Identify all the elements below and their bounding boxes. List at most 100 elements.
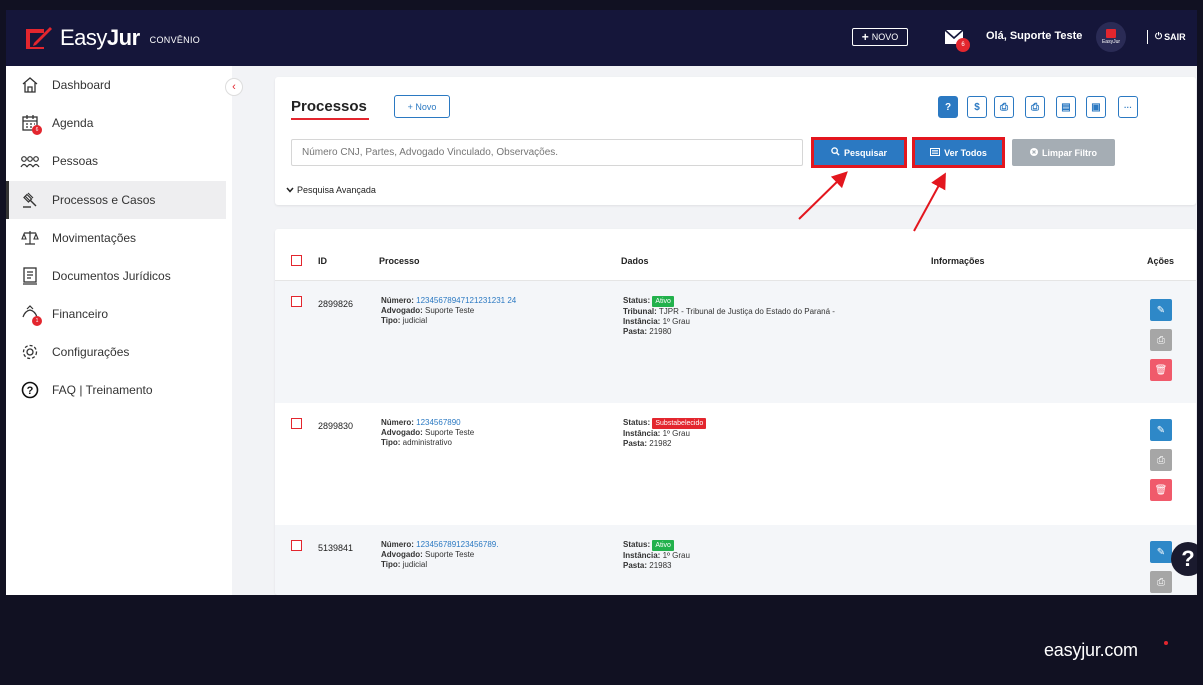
list-icon (930, 147, 941, 158)
row-id: 2899830 (318, 421, 354, 431)
help-chat-button[interactable]: ? (1171, 542, 1197, 576)
search-input[interactable] (291, 139, 803, 166)
instancia-value: 1º Grau (662, 317, 690, 326)
chevron-down-icon (286, 185, 294, 195)
sidebar-item-movimentacoes[interactable]: Movimentações (6, 219, 226, 257)
sidebar-item-financeiro[interactable]: 1 Financeiro (6, 295, 226, 333)
numero-link[interactable]: 12345678947121231231 24 (416, 296, 516, 305)
print-icon: ⎙ (1157, 334, 1165, 346)
divider (1147, 30, 1148, 44)
agenda-count-badge: 6 (32, 125, 42, 135)
scale-icon (20, 228, 40, 248)
edit-button[interactable]: ✎ (1150, 541, 1172, 563)
advanced-search-toggle[interactable]: Pesquisa Avançada (286, 185, 376, 195)
logout-button[interactable]: ⏻ SAIR (1155, 31, 1186, 42)
print-list-icon[interactable]: ⎙ (1025, 96, 1045, 118)
column-header-processo[interactable]: Processo (379, 256, 420, 266)
advogado-value: Suporte Teste (425, 550, 475, 559)
numero-link[interactable]: 123456789123456789. (416, 540, 498, 549)
column-header-id[interactable]: ID (318, 256, 327, 266)
table-row: 2899830 Número: 1234567890 Advogado: Sup… (275, 403, 1196, 525)
more-icon[interactable]: ··· (1118, 96, 1138, 118)
add-processo-button[interactable]: + Novo (394, 95, 450, 118)
numero-link[interactable]: 1234567890 (416, 418, 461, 427)
avatar[interactable]: EasyJur (1096, 22, 1126, 52)
column-header-informacoes[interactable]: Informações (931, 256, 985, 266)
status-badge: Substabelecido (652, 418, 707, 429)
page-title: Processos (291, 98, 367, 115)
new-item-button[interactable]: + NOVO (852, 28, 908, 46)
search-button-label: Pesquisar (843, 147, 888, 158)
people-icon (20, 151, 40, 171)
sidebar-item-label: Configurações (52, 345, 130, 359)
trash-icon: 🗑 (1154, 364, 1168, 376)
excel-icon[interactable]: ▣ (1086, 96, 1106, 118)
column-header-dados[interactable]: Dados (621, 256, 649, 266)
row-id: 5139841 (318, 543, 354, 553)
logo-name-light: Easy (60, 25, 107, 50)
sidebar-item-dashboard[interactable]: Dashboard (6, 66, 226, 104)
tipo-label: Tipo: (381, 316, 401, 325)
sidebar-item-label: Documentos Jurídicos (52, 269, 171, 283)
row-checkbox[interactable] (291, 296, 302, 307)
help-icon[interactable]: ? (938, 96, 958, 118)
column-header-acoes: Ações (1147, 256, 1175, 266)
svg-text:?: ? (27, 385, 34, 397)
sidebar-item-documentos[interactable]: Documentos Jurídicos (6, 257, 226, 295)
view-all-label: Ver Todos (944, 147, 987, 158)
tipo-value: judicial (402, 316, 428, 325)
print-button[interactable]: ⎙ (1150, 571, 1172, 593)
plus-icon: + (861, 30, 869, 44)
document-icon (20, 266, 40, 286)
pasta-label: Pasta: (623, 561, 648, 570)
gavel-icon (20, 190, 40, 210)
sidebar-item-processos[interactable]: Processos e Casos (6, 181, 226, 219)
avatar-logo-icon (1106, 29, 1116, 38)
print-button[interactable]: ⎙ (1150, 449, 1172, 471)
processos-table: ID Processo Dados Informações Ações 2899… (275, 229, 1196, 595)
edit-icon: ✎ (1156, 304, 1166, 316)
home-icon (20, 75, 40, 95)
sidebar-item-agenda[interactable]: 6 Agenda (6, 104, 226, 142)
sidebar-item-label: Agenda (52, 116, 94, 130)
power-icon: ⏻ (1155, 31, 1163, 41)
view-all-button[interactable]: Ver Todos (912, 137, 1005, 168)
sidebar-item-configuracoes[interactable]: Configurações (6, 333, 226, 371)
advogado-value: Suporte Teste (425, 306, 475, 315)
sidebar: Dashboard 6 Agenda Pessoas Processos e C… (6, 66, 232, 595)
edit-button[interactable]: ✎ (1150, 419, 1172, 441)
delete-button[interactable]: 🗑 (1150, 359, 1172, 381)
financeiro-count-badge: 1 (32, 316, 42, 326)
dados-cell: Status: Substabelecido Instância: 1º Gra… (623, 418, 707, 449)
avatar-text: EasyJur (1101, 39, 1121, 45)
advogado-value: Suporte Teste (425, 428, 475, 437)
logo-mark-icon (24, 25, 54, 51)
sidebar-item-faq[interactable]: ? FAQ | Treinamento (6, 371, 226, 409)
edit-button[interactable]: ✎ (1150, 299, 1172, 321)
advogado-label: Advogado: (381, 550, 423, 559)
dollar-icon[interactable]: $ (967, 96, 987, 118)
sidebar-item-label: Dashboard (52, 78, 111, 92)
clear-filter-label: Limpar Filtro (1041, 147, 1097, 158)
logo-name-bold: Jur (106, 25, 140, 50)
search-button[interactable]: Pesquisar (811, 137, 907, 168)
table-header: ID Processo Dados Informações Ações (275, 229, 1196, 281)
sidebar-item-pessoas[interactable]: Pessoas (6, 142, 226, 180)
question-icon: ? (1181, 546, 1195, 571)
top-navbar: EasyJur CONVÊNIO + NOVO 6 Olá, Suporte T… (6, 10, 1197, 66)
clear-filter-button[interactable]: Limpar Filtro (1012, 139, 1115, 166)
file-icon[interactable]: ▤ (1056, 96, 1076, 118)
processos-search-panel: Processos + Novo ? $ ⎙ ⎙ ▤ ▣ ··· Pesquis… (275, 77, 1196, 205)
row-checkbox[interactable] (291, 540, 302, 551)
delete-button[interactable]: 🗑 (1150, 479, 1172, 501)
row-checkbox[interactable] (291, 418, 302, 429)
status-badge: Ativo (652, 296, 674, 307)
print-button[interactable]: ⎙ (1150, 329, 1172, 351)
select-all-checkbox[interactable] (291, 255, 302, 266)
print-icon[interactable]: ⎙ (994, 96, 1014, 118)
easyjur-logo[interactable]: EasyJur CONVÊNIO (24, 25, 200, 51)
status-badge: Ativo (652, 540, 674, 551)
sidebar-item-label: Pessoas (52, 154, 99, 168)
collapse-sidebar-button[interactable]: ‹ (225, 78, 243, 96)
processo-cell: Número: 1234567890 Advogado: Suporte Tes… (381, 418, 474, 448)
